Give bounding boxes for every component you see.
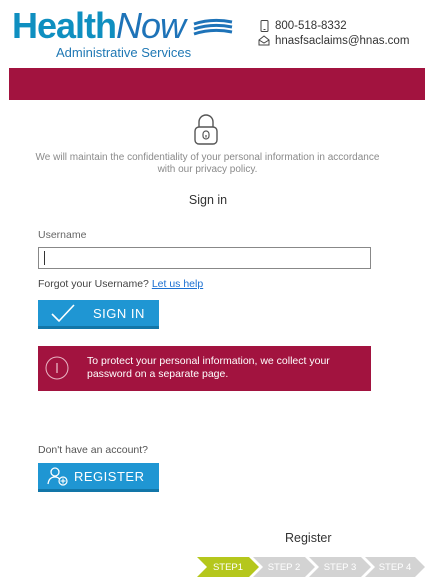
forgot-username-link[interactable]: Let us help	[152, 278, 203, 290]
brand-banner	[9, 68, 425, 100]
logo-wordmark: HealthNow	[12, 5, 186, 46]
step-1-label: STEP1	[212, 561, 244, 573]
password-notice: To protect your personal information, we…	[38, 346, 371, 391]
padlock-icon	[194, 114, 218, 145]
logo-health-text: Health	[12, 5, 117, 46]
home-mail-icon	[258, 35, 270, 47]
step-2: STEP 2	[253, 557, 315, 577]
mobile-phone-icon	[258, 19, 270, 32]
signin-button[interactable]: SIGN IN	[38, 300, 159, 329]
checkmark-icon	[51, 304, 75, 323]
step-2-label: STEP 2	[267, 561, 301, 573]
logo-now-text: Now	[116, 5, 186, 46]
step-3-label: STEP 3	[323, 561, 357, 573]
step-1: STEP1	[197, 557, 259, 577]
forgot-username-text: Forgot your Username?	[38, 278, 149, 290]
add-user-icon	[47, 467, 68, 486]
phone-number[interactable]: 800-518-8332	[275, 20, 347, 32]
forgot-username: Forgot your Username? Let us help	[38, 278, 203, 290]
logo-subtitle: Administrative Services	[56, 45, 192, 60]
registration-steps: STEP1 STEP 2 STEP 3 STEP 4	[197, 557, 425, 577]
register-button[interactable]: REGISTER	[38, 463, 159, 492]
text-cursor	[44, 251, 45, 265]
contact-info: 800-518-8332 hnasfsaclaims@hnas.com	[258, 18, 409, 48]
step-4-label: STEP 4	[378, 561, 412, 573]
signin-heading: Sign in	[188, 193, 228, 207]
phone-row: 800-518-8332	[258, 18, 409, 33]
privacy-statement: We will maintain the confidentiality of …	[35, 152, 380, 175]
step-4: STEP 4	[365, 557, 425, 577]
healthnow-logo[interactable]: HealthNow Administrative Services	[12, 5, 233, 64]
username-label: Username	[38, 229, 87, 241]
register-heading: Register	[285, 531, 332, 545]
no-account-prompt: Don't have an account?	[38, 444, 148, 456]
password-notice-text: To protect your personal information, we…	[87, 355, 330, 380]
register-button-label: REGISTER	[74, 468, 145, 484]
info-icon	[45, 356, 69, 380]
logo-swoosh-icon	[193, 18, 233, 36]
username-input[interactable]	[38, 247, 371, 269]
email-row: hnasfsaclaims@hnas.com	[258, 33, 409, 48]
signin-button-label: SIGN IN	[93, 305, 145, 321]
email-address[interactable]: hnasfsaclaims@hnas.com	[275, 35, 409, 47]
step-3: STEP 3	[309, 557, 371, 577]
header: HealthNow Administrative Services 800-51…	[0, 0, 425, 68]
